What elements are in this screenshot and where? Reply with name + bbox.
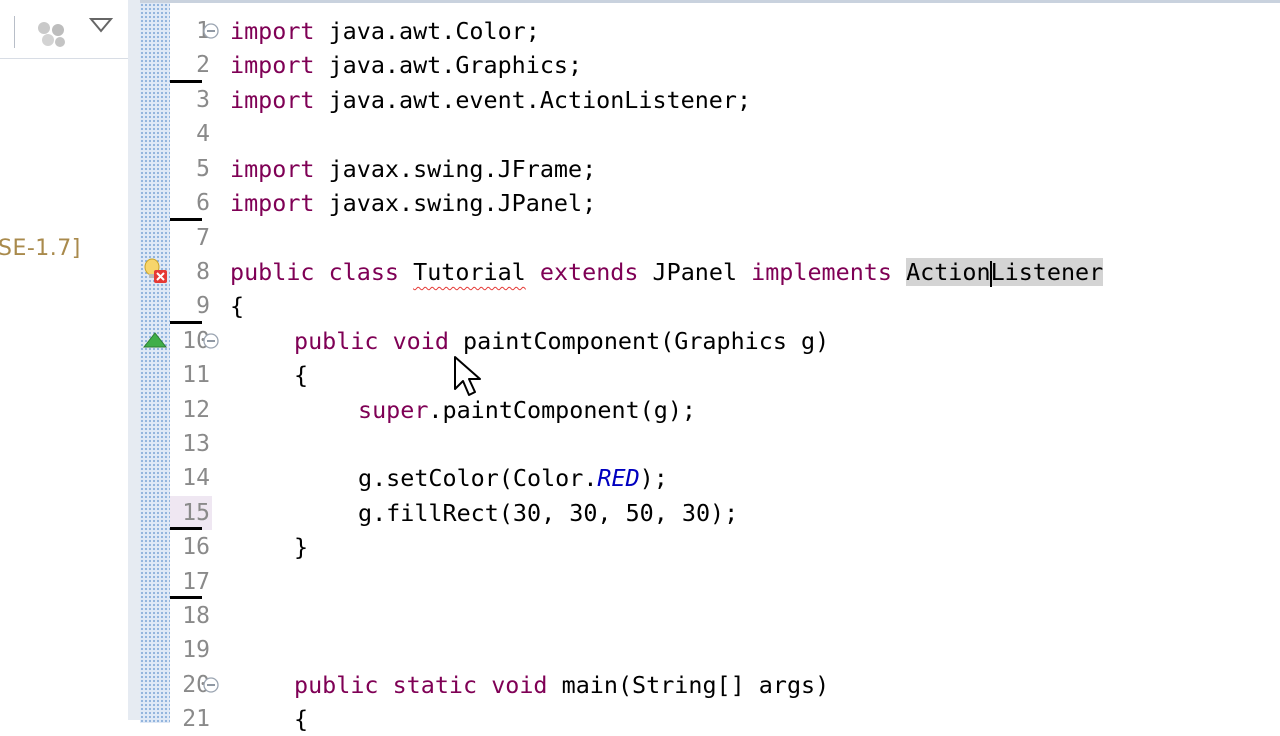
superclass-name: JPanel — [652, 258, 738, 286]
code-text: g.setColor(Color. — [358, 464, 598, 492]
code-line[interactable]: { — [294, 358, 308, 392]
code-line[interactable]: public static void main(String[] args) — [294, 668, 829, 702]
code-line[interactable]: } — [294, 530, 308, 564]
change-marker — [170, 218, 202, 221]
java-editor[interactable]: 1 2 3 4 5 6 7 8 9 10 11 12 13 14 15 16 1… — [140, 0, 1280, 733]
line-number: 3 — [196, 87, 210, 113]
code-text: paintComponent(Graphics g) — [463, 327, 830, 355]
view-sash[interactable] — [128, 0, 140, 720]
packages-icon[interactable] — [34, 18, 70, 50]
code-text: java.awt.event.ActionListener; — [314, 86, 752, 114]
keyword: public — [230, 258, 315, 286]
line-number: 13 — [182, 431, 210, 457]
mouse-pointer-icon — [454, 356, 481, 396]
line-number: 2 — [196, 52, 210, 78]
line-number: 8 — [196, 259, 210, 285]
keyword: import — [230, 86, 315, 114]
fold-minus-icon[interactable] — [202, 332, 220, 350]
keyword: void — [491, 671, 548, 699]
line-number: 9 — [196, 293, 210, 319]
line-number: 19 — [182, 637, 210, 663]
code-line[interactable]: import java.awt.event.ActionListener; — [230, 83, 751, 117]
package-explorer-pane: SE-1.7] — [0, 0, 129, 720]
keyword: class — [328, 258, 400, 286]
change-marker — [170, 80, 202, 83]
code-text: main(String[] args) — [561, 671, 830, 699]
keyword: static — [392, 671, 478, 699]
code-text: .paintComponent(g); — [428, 396, 696, 424]
view-menu-triangle-icon[interactable] — [88, 14, 114, 36]
interface-name-part: Action — [906, 258, 991, 286]
keyword: import — [230, 155, 315, 183]
code-line[interactable]: import java.awt.Graphics; — [230, 48, 582, 82]
line-number: 18 — [182, 603, 210, 629]
code-text: ); — [639, 464, 668, 492]
line-number: 11 — [182, 362, 210, 388]
code-line[interactable]: import java.awt.Color; — [230, 14, 540, 48]
code-line[interactable]: import javax.swing.JFrame; — [230, 152, 596, 186]
line-number: 14 — [182, 465, 210, 491]
keyword: public — [294, 327, 379, 355]
line-number: 5 — [196, 156, 210, 182]
change-marker — [170, 596, 202, 599]
code-line[interactable]: import javax.swing.JPanel; — [230, 186, 596, 220]
keyword: import — [230, 17, 315, 45]
keyword: public — [294, 671, 379, 699]
code-line[interactable]: super.paintComponent(g); — [358, 393, 696, 427]
package-explorer-toolbar — [0, 0, 128, 59]
keyword: super — [358, 396, 429, 424]
line-number: 6 — [196, 190, 210, 216]
line-number: 7 — [196, 225, 210, 251]
code-line[interactable]: public void paintComponent(Graphics g) — [294, 324, 829, 358]
interface-name-occurrence: ActionListener — [906, 258, 1104, 287]
code-text: javax.swing.JPanel; — [314, 189, 597, 217]
error-lightbulb-icon[interactable] — [142, 257, 168, 287]
keyword: implements — [751, 258, 892, 286]
code-text: java.awt.Graphics; — [314, 51, 583, 79]
keyword: extends — [539, 258, 639, 286]
keyword: import — [230, 51, 315, 79]
toolbar-separator — [14, 16, 15, 48]
keyword: import — [230, 189, 315, 217]
class-name-with-error: Tutorial — [413, 258, 526, 286]
line-number: 17 — [182, 569, 210, 595]
keyword: void — [392, 327, 449, 355]
code-text: javax.swing.JFrame; — [314, 155, 597, 183]
code-line[interactable]: g.fillRect(30, 30, 50, 30); — [358, 496, 738, 530]
line-number: 12 — [182, 397, 210, 423]
code-line[interactable]: { — [294, 702, 308, 736]
change-marker — [170, 527, 202, 530]
static-constant: RED — [597, 464, 640, 492]
code-line[interactable]: { — [230, 289, 244, 323]
line-number: 4 — [196, 121, 210, 147]
fold-minus-icon[interactable] — [202, 676, 220, 694]
line-number: 21 — [182, 706, 210, 732]
change-marker — [170, 321, 202, 324]
line-number: 15 — [182, 500, 210, 526]
annotation-ruler — [140, 3, 170, 723]
override-triangle-icon[interactable] — [142, 331, 168, 349]
fold-minus-icon[interactable] — [202, 22, 220, 40]
interface-name-part: Listener — [990, 258, 1104, 286]
jre-system-library-label[interactable]: SE-1.7] — [0, 236, 81, 261]
line-number: 16 — [182, 534, 210, 560]
code-line[interactable]: public class Tutorial extends JPanel imp… — [230, 255, 1104, 289]
code-line[interactable]: g.setColor(Color.RED); — [358, 461, 668, 495]
code-text: java.awt.Color; — [314, 17, 540, 45]
